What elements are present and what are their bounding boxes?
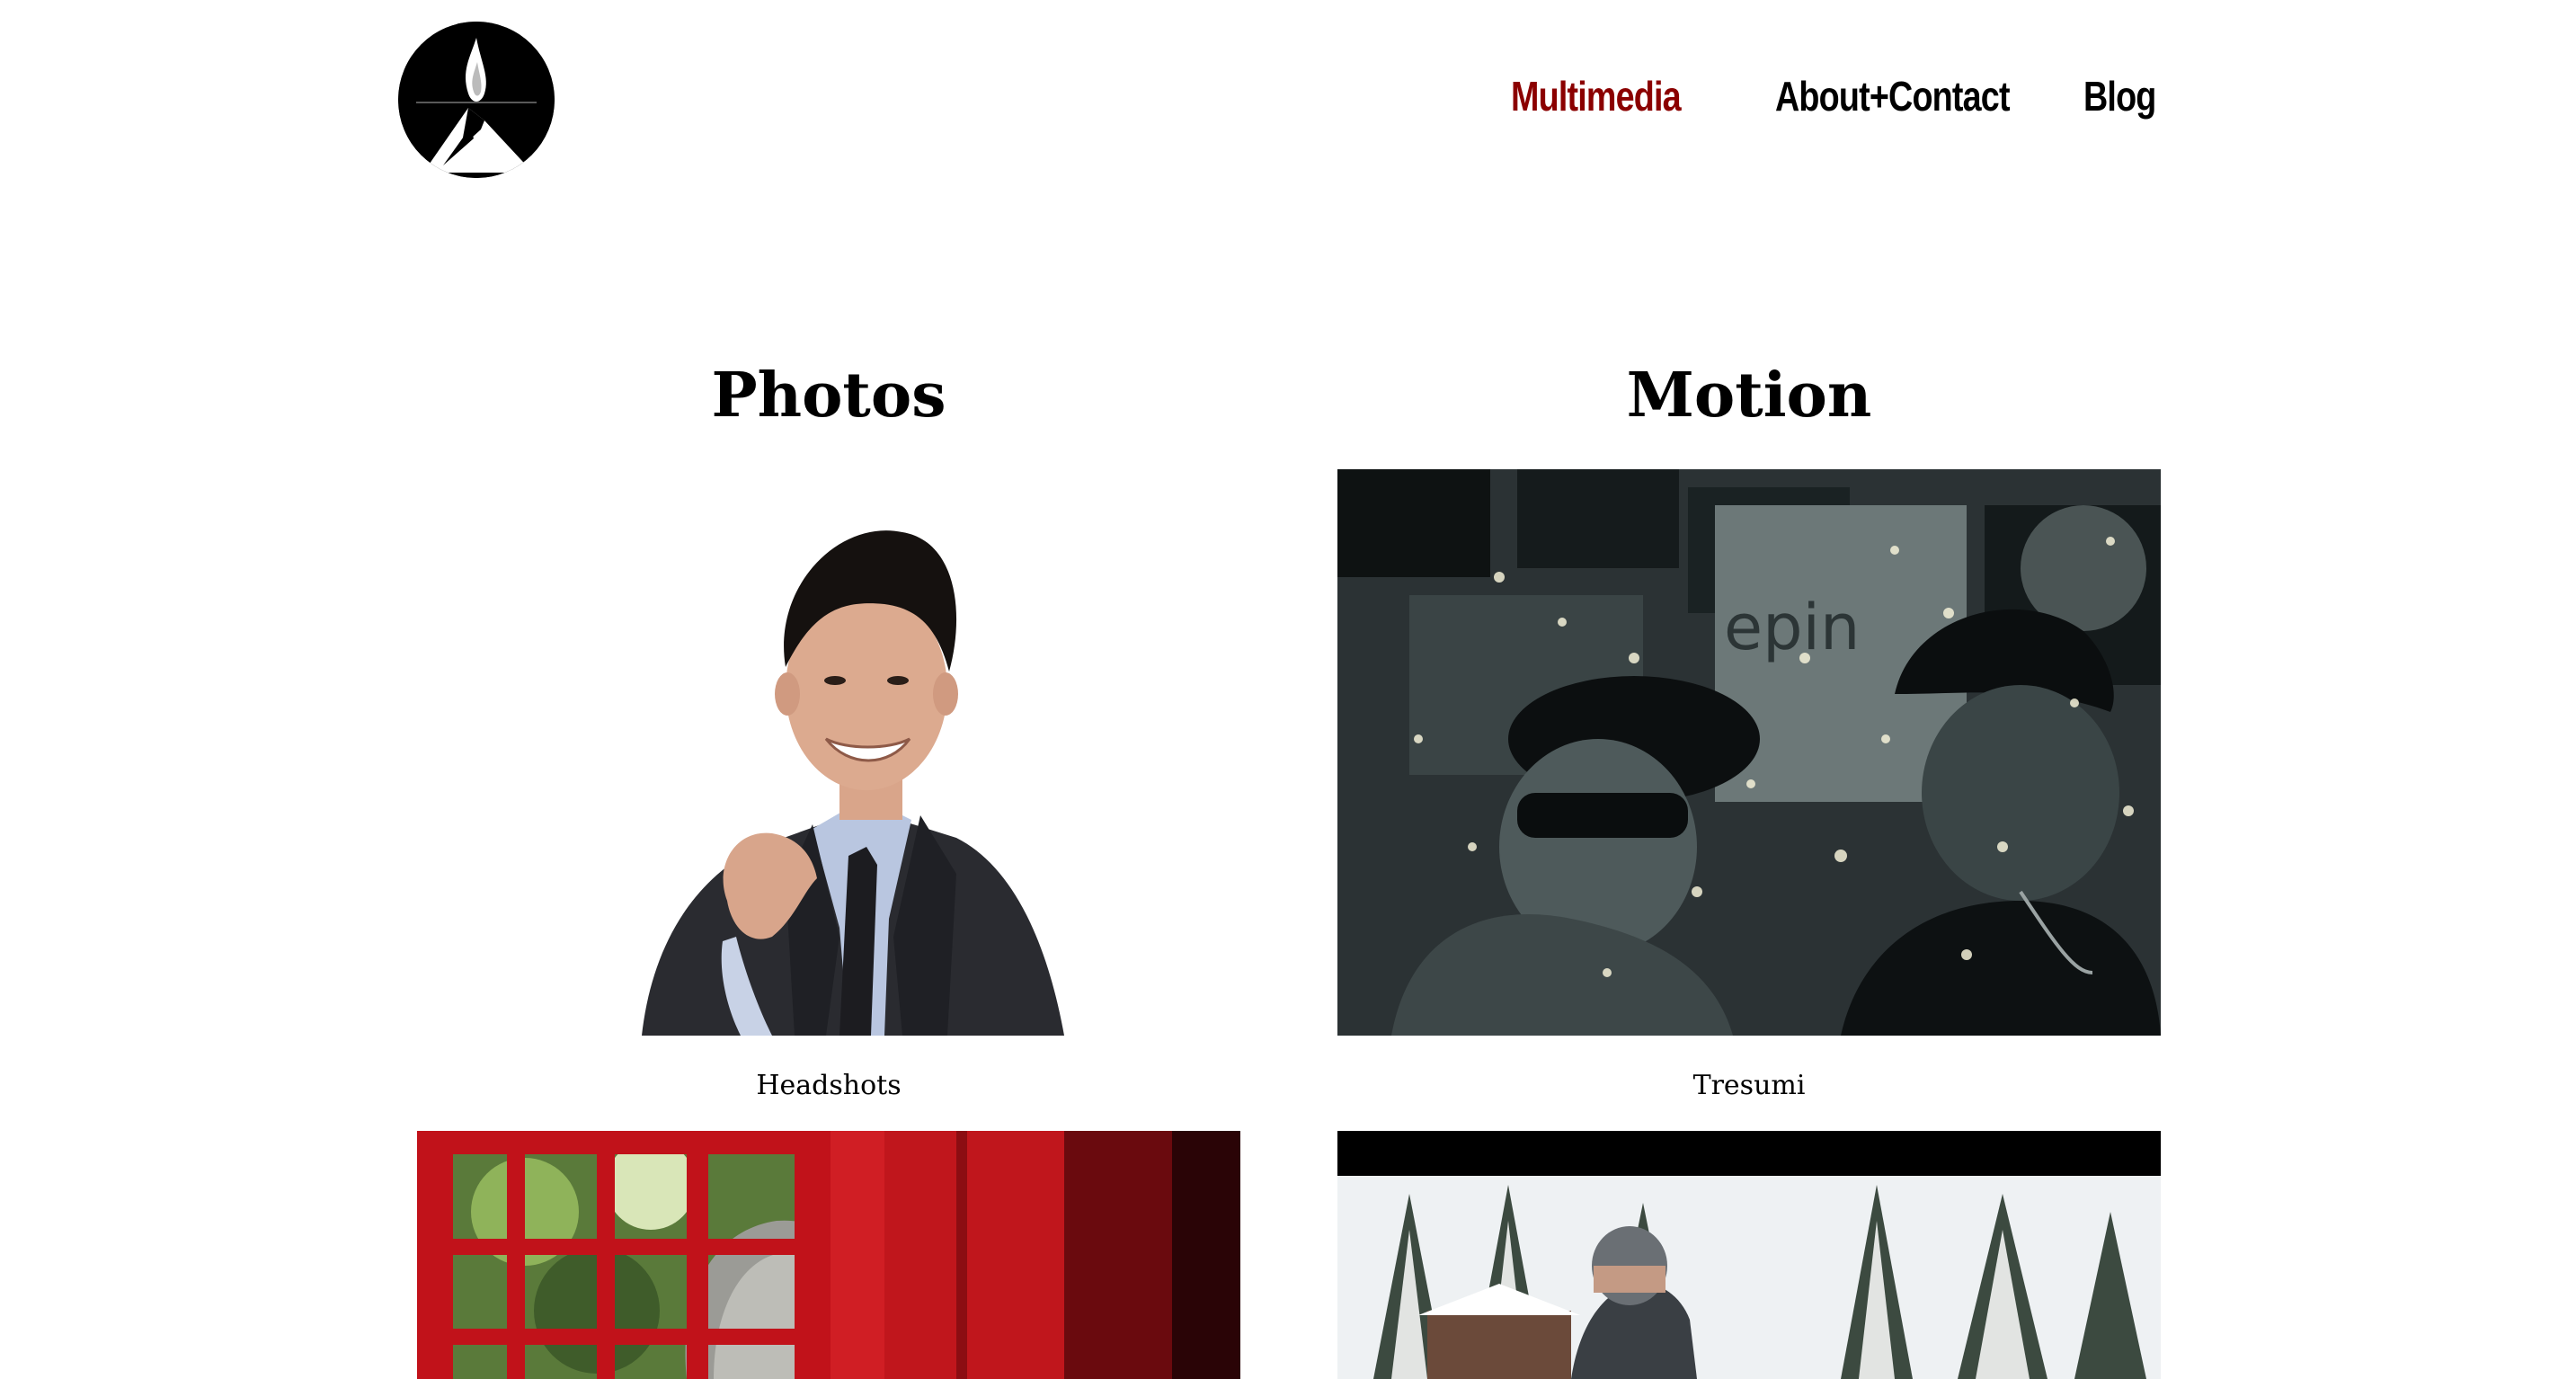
nav-link-blog[interactable]: Blog	[2083, 67, 2156, 126]
phone-booth-thumbnail[interactable]	[417, 1131, 1240, 1379]
motion-heading: Motion	[1626, 360, 1872, 431]
snow-forest-video-still	[1337, 1131, 2161, 1379]
photos-heading: Photos	[711, 360, 946, 431]
phone-booth-image	[417, 1131, 1240, 1379]
headshots-thumbnail[interactable]	[417, 469, 1240, 1036]
headshot-image	[417, 469, 1240, 1036]
main-nav: Multimedia About+Contact Blog	[0, 67, 2576, 129]
nav-link-multimedia[interactable]: Multimedia	[1511, 67, 1682, 126]
tresumi-thumbnail[interactable]: epin	[1337, 469, 2161, 1036]
nav-link-about-contact[interactable]: About+Contact	[1775, 67, 2011, 126]
svg-text:epin: epin	[1724, 591, 1860, 664]
snow-forest-thumbnail[interactable]	[1337, 1131, 2161, 1379]
tresumi-video-still: epin	[1337, 469, 2161, 1036]
tresumi-caption[interactable]: Tresumi	[1337, 1068, 2161, 1104]
headshots-caption[interactable]: Headshots	[417, 1068, 1240, 1104]
